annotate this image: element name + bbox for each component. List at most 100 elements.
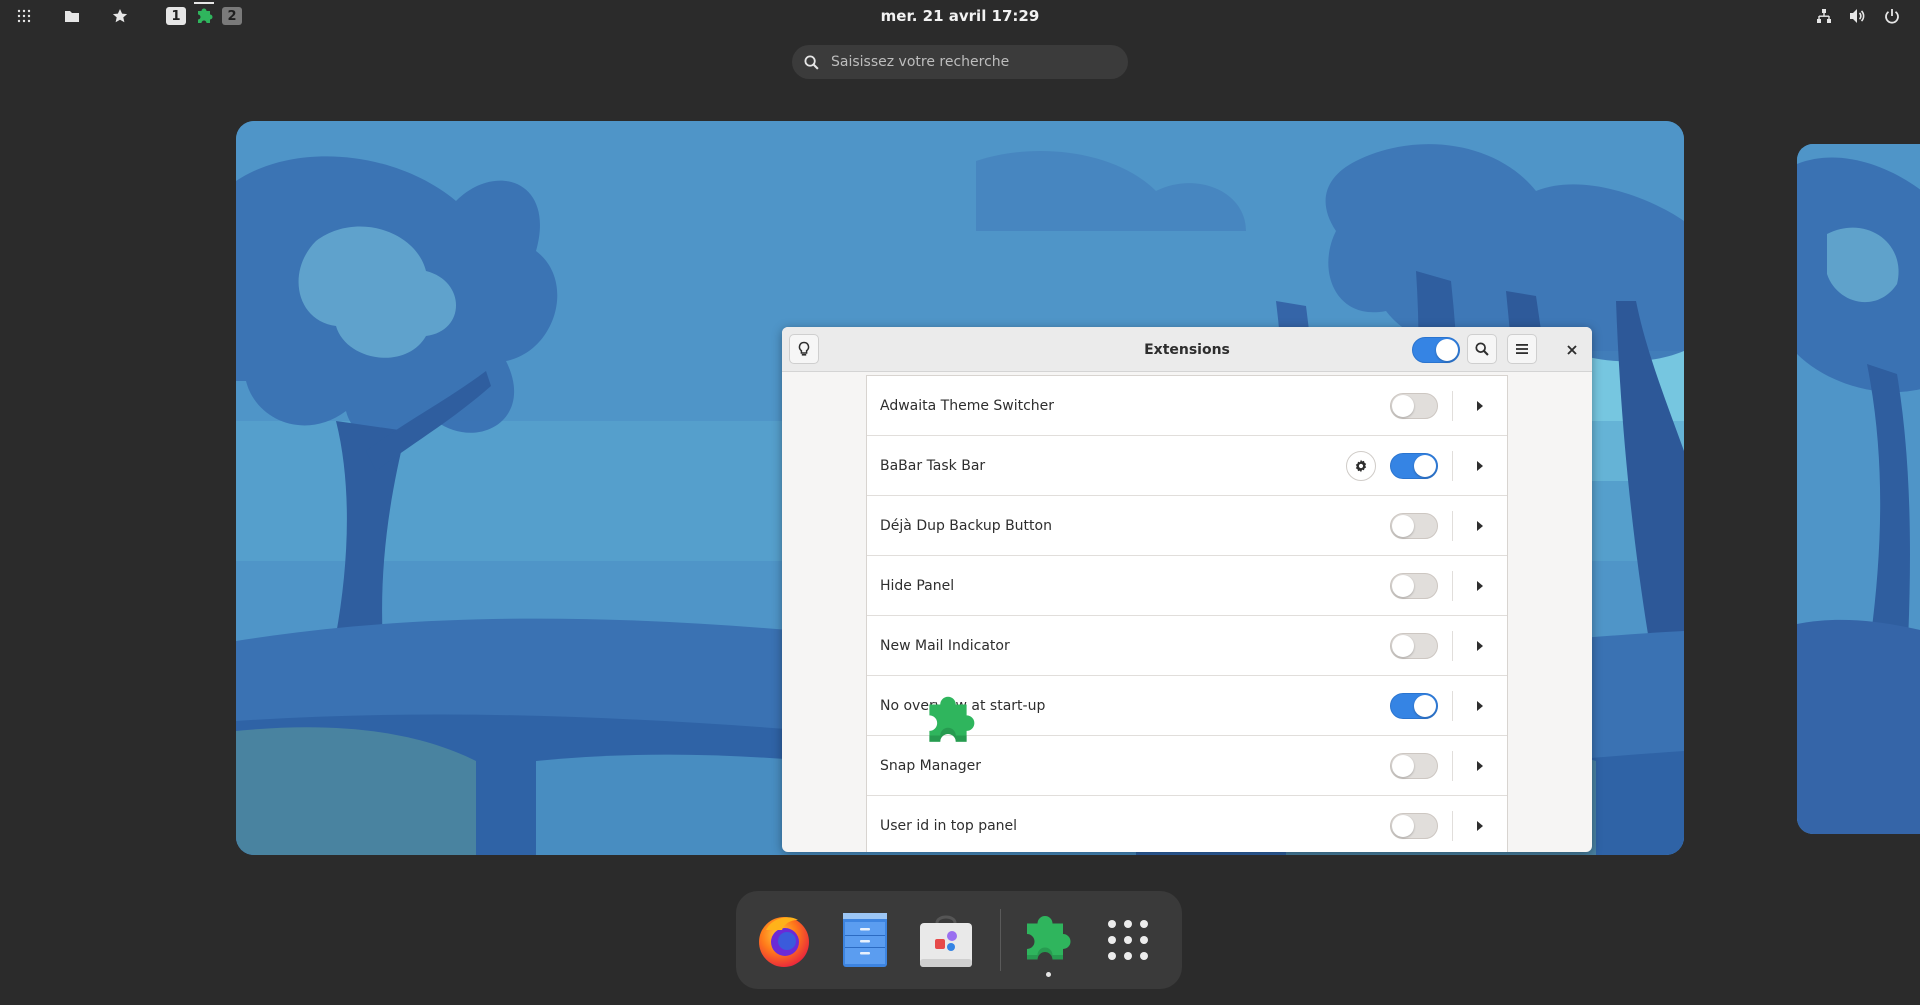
extensions-icon — [1027, 916, 1071, 960]
power-icon[interactable] — [1878, 2, 1906, 30]
toggle-knob — [1392, 395, 1414, 417]
search-entry[interactable] — [792, 45, 1128, 79]
expand-button[interactable] — [1465, 571, 1495, 601]
folder-icon[interactable] — [58, 2, 86, 30]
toggle-knob — [1414, 455, 1436, 477]
row-separator — [1452, 511, 1453, 541]
chevron-right-icon — [1477, 461, 1483, 471]
search-icon — [1475, 342, 1489, 356]
chevron-right-icon — [1477, 761, 1483, 771]
dash-software[interactable] — [912, 906, 980, 974]
extension-row[interactable]: Hide Panel — [867, 555, 1507, 615]
dash — [736, 891, 1182, 989]
extension-toggle[interactable] — [1390, 513, 1438, 539]
extensions-app-icon[interactable] — [915, 689, 981, 751]
extensions-list: Adwaita Theme Switcher BaBar Task Bar Déjà… — [866, 375, 1508, 852]
global-extensions-toggle[interactable] — [1412, 337, 1460, 363]
workspace-app-extensions-icon[interactable] — [190, 2, 218, 30]
toggle-knob — [1392, 635, 1414, 657]
extension-row[interactable]: User id in top panel — [867, 795, 1507, 852]
workspace-2-label: 2 — [222, 7, 242, 25]
extension-row[interactable]: New Mail Indicator — [867, 615, 1507, 675]
files-icon — [843, 913, 887, 967]
firefox-icon — [759, 917, 809, 967]
extension-row[interactable]: Adwaita Theme Switcher — [867, 375, 1507, 435]
network-wired-icon[interactable] — [1810, 2, 1838, 30]
lightbulb-icon — [798, 341, 810, 356]
star-icon[interactable] — [106, 2, 134, 30]
expand-button[interactable] — [1465, 631, 1495, 661]
app-grid-icon — [1108, 920, 1148, 960]
extension-name: Déjà Dup Backup Button — [880, 517, 1052, 534]
extensions-window[interactable]: Extensions Adwaita Theme Switcher BaBar … — [782, 327, 1592, 852]
running-indicator — [1046, 972, 1051, 977]
dash-extensions[interactable] — [1014, 906, 1082, 974]
expand-button[interactable] — [1465, 451, 1495, 481]
close-icon — [1567, 345, 1577, 355]
row-separator — [1452, 751, 1453, 781]
extension-name: BaBar Task Bar — [880, 457, 986, 474]
extension-name: Adwaita Theme Switcher — [880, 397, 1055, 414]
extension-row[interactable]: Déjà Dup Backup Button — [867, 495, 1507, 555]
row-separator — [1452, 571, 1453, 601]
row-separator — [1452, 391, 1453, 421]
tips-button[interactable] — [789, 334, 819, 364]
workspace-1-label: 1 — [166, 7, 186, 25]
expand-button[interactable] — [1465, 811, 1495, 841]
software-icon — [920, 915, 972, 967]
volume-icon[interactable] — [1844, 2, 1872, 30]
search-input[interactable] — [829, 53, 1109, 71]
hamburger-menu-icon — [1516, 344, 1528, 354]
dash-separator — [1000, 909, 1001, 971]
extension-toggle[interactable] — [1390, 573, 1438, 599]
menu-button[interactable] — [1507, 334, 1537, 364]
chevron-right-icon — [1477, 641, 1483, 651]
dash-firefox[interactable] — [750, 906, 818, 974]
wallpaper-next — [1797, 144, 1920, 834]
toggle-knob — [1436, 339, 1458, 361]
activities-grid-icon[interactable] — [10, 2, 38, 30]
workspace-1-indicator[interactable]: 1 — [162, 2, 190, 30]
toggle-knob — [1392, 815, 1414, 837]
chevron-right-icon — [1477, 701, 1483, 711]
extension-toggle[interactable] — [1390, 813, 1438, 839]
toggle-knob — [1392, 575, 1414, 597]
row-separator — [1452, 691, 1453, 721]
extension-toggle[interactable] — [1390, 393, 1438, 419]
extension-toggle[interactable] — [1390, 633, 1438, 659]
row-separator — [1452, 631, 1453, 661]
extension-toggle[interactable] — [1390, 753, 1438, 779]
chevron-right-icon — [1477, 581, 1483, 591]
toggle-knob — [1414, 695, 1436, 717]
row-separator — [1452, 451, 1453, 481]
extension-toggle[interactable] — [1390, 693, 1438, 719]
system-tray[interactable] — [1810, 0, 1906, 32]
extension-name: New Mail Indicator — [880, 637, 1010, 654]
headerbar: Extensions — [782, 327, 1592, 372]
extension-toggle[interactable] — [1390, 453, 1438, 479]
workspace-2-indicator[interactable]: 2 — [218, 2, 246, 30]
gear-icon — [1355, 459, 1367, 473]
expand-button[interactable] — [1465, 391, 1495, 421]
dash-files[interactable] — [831, 906, 899, 974]
window-title: Extensions — [1144, 341, 1230, 358]
workspace-next[interactable] — [1797, 144, 1920, 834]
close-button[interactable] — [1560, 338, 1584, 362]
expand-button[interactable] — [1465, 511, 1495, 541]
toggle-knob — [1392, 515, 1414, 537]
expand-button[interactable] — [1465, 751, 1495, 781]
workspace-current[interactable]: Extensions Adwaita Theme Switcher BaBar … — [236, 121, 1684, 855]
clock[interactable]: mer. 21 avril 17:29 — [881, 7, 1040, 25]
dash-show-apps[interactable] — [1094, 906, 1162, 974]
extension-settings-button[interactable] — [1346, 451, 1376, 481]
clock-container: mer. 21 avril 17:29 — [0, 0, 1920, 32]
row-separator — [1452, 811, 1453, 841]
extension-name: Snap Manager — [880, 757, 982, 774]
search-icon — [804, 55, 819, 70]
extension-name: User id in top panel — [880, 817, 1018, 834]
search-button[interactable] — [1467, 334, 1497, 364]
chevron-right-icon — [1477, 821, 1483, 831]
extension-row[interactable]: BaBar Task Bar — [867, 435, 1507, 495]
expand-button[interactable] — [1465, 691, 1495, 721]
chevron-right-icon — [1477, 521, 1483, 531]
